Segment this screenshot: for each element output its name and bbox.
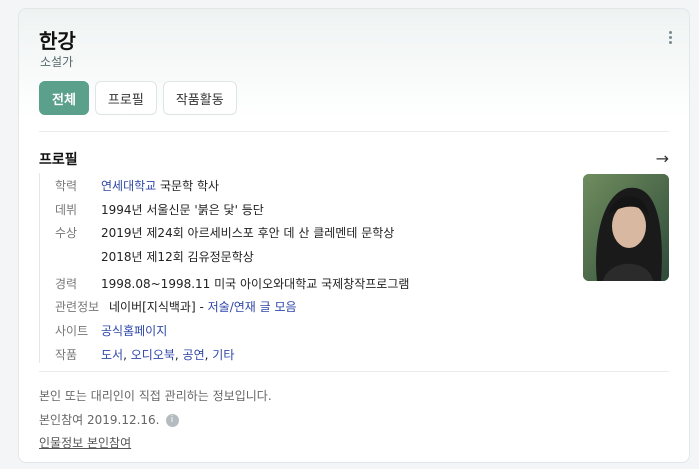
tab-works[interactable]: 작품활동 bbox=[162, 81, 237, 115]
awards-line2: 2018년 제12회 김유정문학상 bbox=[101, 250, 254, 264]
works-link-etc[interactable]: 기타 bbox=[212, 348, 234, 362]
awards-row: 수상 2019년 제24회 아르세비스포 후안 데 산 클레멘테 문학상 bbox=[55, 224, 394, 241]
info-icon[interactable]: i bbox=[165, 414, 179, 427]
site-row: 사이트 공식홈페이지 bbox=[55, 322, 167, 339]
related-row: 관련정보 네이버[지식백과] - 저술/연재 글 모음 bbox=[55, 298, 297, 315]
management-notice: 본인 또는 대리인이 직접 관리하는 정보입니다. bbox=[39, 389, 272, 403]
debut-text: 1994년 서울신문 '붉은 닻' 등단 bbox=[101, 203, 264, 217]
works-link-audiobooks[interactable]: 오디오북 bbox=[131, 348, 175, 362]
awards-row-2: 2018년 제12회 김유정문학상 bbox=[55, 248, 254, 265]
section-title: 프로필 bbox=[39, 152, 78, 168]
works-label: 작품 bbox=[55, 348, 78, 362]
education-link[interactable]: 연세대학교 bbox=[101, 179, 156, 193]
arrow-right-icon[interactable]: → bbox=[656, 149, 669, 168]
site-link[interactable]: 공식홈페이지 bbox=[101, 322, 167, 339]
participation-link[interactable]: 인물정보 본인참여 bbox=[39, 434, 131, 451]
career-row: 경력 1998.08~1998.11 미국 아이오와대학교 국제창작프로그램 bbox=[55, 275, 409, 292]
tab-all[interactable]: 전체 bbox=[39, 81, 89, 115]
profile-card: 한강 소설가 전체 프로필 작품활동 프로필 → 학력 연세대학교 국문학 학사… bbox=[18, 8, 690, 463]
awards-line1: 2019년 제24회 아르세비스포 후안 데 산 클레멘테 문학상 bbox=[101, 226, 395, 240]
related-link[interactable]: 저술/연재 글 모음 bbox=[208, 300, 297, 314]
education-text: 국문학 학사 bbox=[156, 179, 220, 193]
more-vertical-icon[interactable] bbox=[669, 31, 673, 46]
tab-profile[interactable]: 프로필 bbox=[94, 81, 157, 115]
divider bbox=[39, 371, 669, 372]
profile-photo[interactable] bbox=[583, 174, 669, 281]
debut-row: 데뷔 1994년 서울신문 '붉은 닻' 등단 bbox=[55, 201, 264, 218]
person-name[interactable]: 한강 bbox=[39, 25, 76, 54]
related-text: 네이버[지식백과] - bbox=[109, 300, 208, 314]
debut-label: 데뷔 bbox=[55, 203, 78, 217]
education-row: 학력 연세대학교 국문학 학사 bbox=[55, 177, 219, 194]
related-label: 관련정보 bbox=[55, 300, 100, 314]
person-occupation: 소설가 bbox=[40, 55, 74, 69]
tab-bar: 전체 프로필 작품활동 bbox=[39, 81, 237, 115]
education-label: 학력 bbox=[55, 179, 78, 193]
career-text: 1998.08~1998.11 미국 아이오와대학교 국제창작프로그램 bbox=[101, 277, 410, 291]
career-label: 경력 bbox=[55, 277, 78, 291]
awards-label: 수상 bbox=[55, 226, 78, 240]
works-link-performances[interactable]: 공연 bbox=[183, 348, 205, 362]
divider bbox=[39, 131, 669, 132]
works-link-books[interactable]: 도서 bbox=[101, 348, 123, 362]
works-row: 작품 도서, 오디오북, 공연, 기타 bbox=[55, 348, 235, 362]
profile-info: 학력 연세대학교 국문학 학사 데뷔 1994년 서울신문 '붉은 닻' 등단 … bbox=[39, 173, 560, 363]
participation-date: 본인참여 2019.12.16. i bbox=[39, 411, 179, 428]
site-label: 사이트 bbox=[55, 324, 89, 338]
